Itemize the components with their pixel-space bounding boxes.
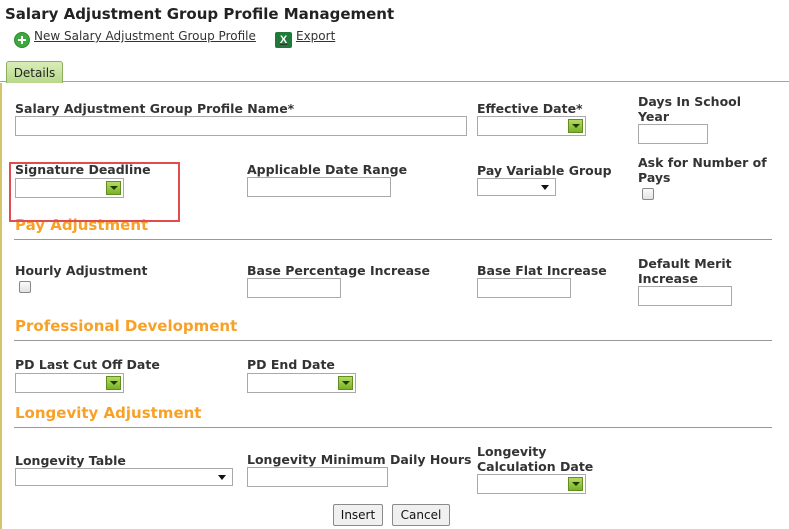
tab-details[interactable]: Details: [6, 61, 63, 83]
ask-number-of-pays-label: Ask for Number of Pays: [638, 155, 767, 185]
calendar-dropdown-icon[interactable]: [568, 477, 583, 491]
days-in-school-year-label: Days In School Year: [638, 94, 742, 124]
pay-variable-group-select[interactable]: [477, 178, 556, 196]
page-title: Salary Adjustment Group Profile Manageme…: [5, 5, 395, 23]
effective-date-label: Effective Date*: [477, 101, 583, 116]
default-merit-increase-input[interactable]: [638, 286, 732, 306]
calendar-dropdown-icon[interactable]: [338, 376, 353, 390]
applicable-date-range-label: Applicable Date Range: [247, 162, 408, 177]
base-flat-increase-input[interactable]: [477, 278, 571, 298]
insert-button[interactable]: Insert: [333, 504, 383, 526]
excel-icon: X: [275, 32, 292, 48]
export-label: Export: [296, 29, 336, 43]
section-divider: [14, 340, 772, 341]
days-in-school-year-input[interactable]: [638, 124, 708, 144]
export-link[interactable]: X Export: [275, 27, 336, 48]
pd-end-date-field[interactable]: [247, 373, 356, 393]
longevity-calculation-date-field[interactable]: [477, 474, 586, 494]
new-profile-label: New Salary Adjustment Group Profile: [34, 29, 256, 43]
ask-number-of-pays-checkbox[interactable]: [642, 188, 654, 200]
effective-date-field[interactable]: [477, 116, 586, 136]
chevron-down-icon: [541, 185, 549, 190]
chevron-down-icon: [218, 475, 226, 480]
profile-name-input[interactable]: [15, 116, 467, 136]
default-merit-increase-label: Default Merit Increase: [638, 256, 732, 286]
pd-last-cut-off-date-field[interactable]: [15, 373, 124, 393]
base-percentage-increase-label: Base Percentage Increase: [247, 263, 430, 278]
pay-variable-group-label: Pay Variable Group: [477, 163, 612, 178]
longevity-adjustment-heading: Longevity Adjustment: [15, 404, 202, 422]
longevity-table-label: Longevity Table: [15, 453, 126, 468]
applicable-date-range-input[interactable]: [247, 177, 391, 197]
longevity-minimum-daily-hours-label: Longevity Minimum Daily Hours: [247, 452, 472, 467]
pd-last-cut-off-date-label: PD Last Cut Off Date: [15, 357, 160, 372]
tab-strip: Details: [0, 60, 789, 83]
base-percentage-increase-input[interactable]: [247, 278, 341, 298]
hourly-adjustment-checkbox[interactable]: [19, 281, 31, 293]
new-profile-link[interactable]: New Salary Adjustment Group Profile: [14, 27, 256, 48]
add-icon: [14, 32, 30, 48]
professional-development-heading: Professional Development: [15, 317, 238, 335]
section-divider: [14, 239, 772, 240]
pd-end-date-label: PD End Date: [247, 357, 335, 372]
longevity-minimum-daily-hours-input[interactable]: [247, 467, 388, 487]
section-divider: [14, 427, 772, 428]
cancel-button[interactable]: Cancel: [392, 504, 450, 526]
hourly-adjustment-highlight: [9, 162, 180, 222]
longevity-calculation-date-label: Longevity Calculation Date: [477, 444, 594, 474]
calendar-dropdown-icon[interactable]: [568, 119, 583, 133]
calendar-dropdown-icon[interactable]: [106, 376, 121, 390]
longevity-table-select[interactable]: [15, 468, 233, 486]
profile-name-label: Salary Adjustment Group Profile Name*: [15, 101, 295, 116]
base-flat-increase-label: Base Flat Increase: [477, 263, 607, 278]
hourly-adjustment-label: Hourly Adjustment: [15, 263, 148, 278]
